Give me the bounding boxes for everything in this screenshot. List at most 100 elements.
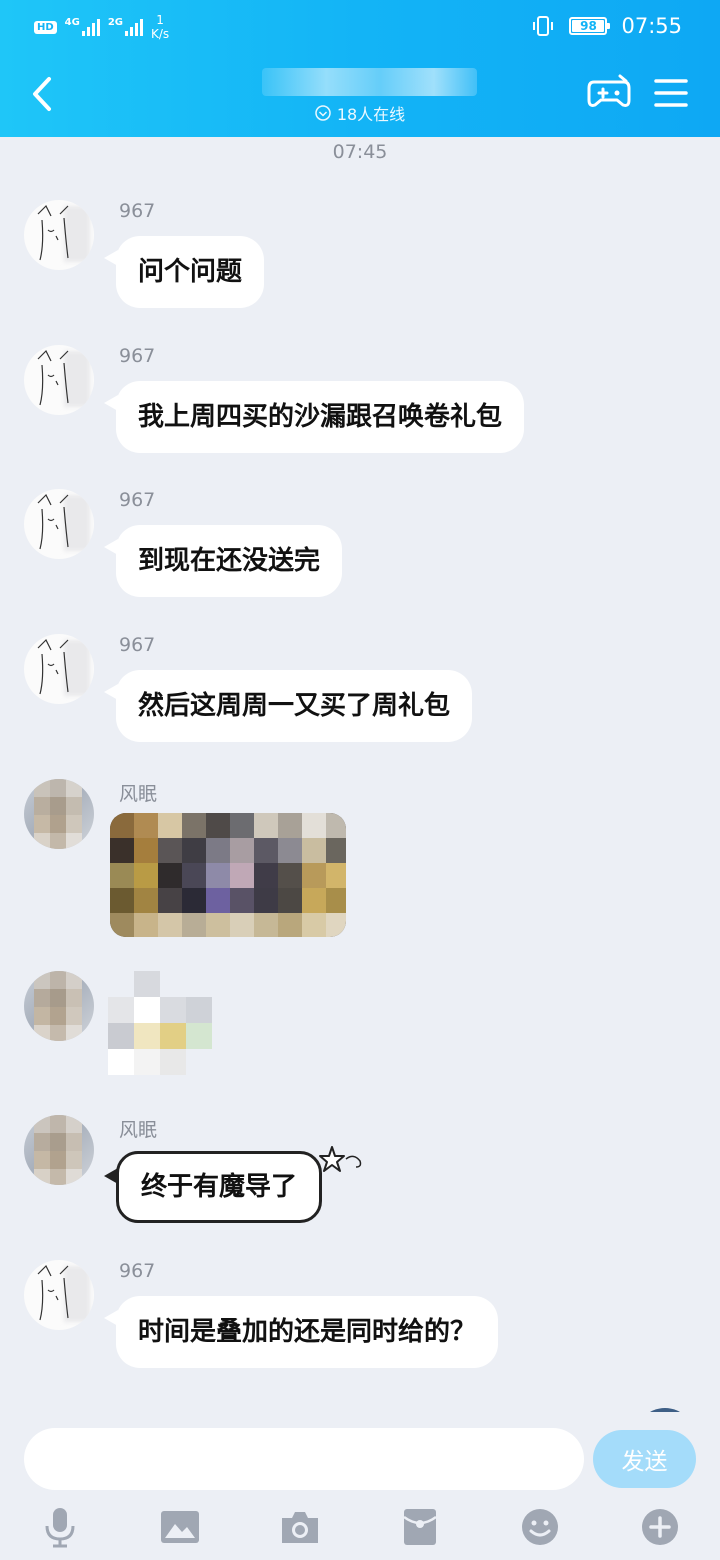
camera-button[interactable] bbox=[277, 1504, 323, 1550]
avatar[interactable] bbox=[24, 1260, 94, 1330]
mosaic-cell bbox=[110, 813, 134, 838]
hd-badge: HD bbox=[34, 20, 57, 34]
signal-indicator-1: 4G bbox=[65, 18, 100, 36]
sender-name: 967 bbox=[119, 345, 156, 367]
image-mosaic bbox=[110, 813, 346, 937]
clock: 07:55 bbox=[621, 14, 682, 38]
image-button[interactable] bbox=[157, 1504, 203, 1550]
emoji-icon bbox=[522, 1509, 558, 1545]
mosaic-cell bbox=[206, 863, 230, 888]
mosaic-cell bbox=[108, 1023, 134, 1049]
partial-next-message bbox=[500, 1402, 700, 1412]
sticker-message[interactable] bbox=[108, 971, 228, 1081]
styled-message-bubble[interactable]: 终于有魔导了 bbox=[103, 1151, 323, 1223]
mosaic-cell bbox=[230, 813, 254, 838]
avatar[interactable] bbox=[24, 634, 94, 704]
network-type-2: 2G bbox=[107, 17, 124, 28]
mosaic-cell bbox=[110, 863, 134, 888]
signal-bars-icon bbox=[81, 18, 100, 36]
message-bubble[interactable]: 时间是叠加的还是同时给的？ bbox=[103, 1296, 499, 1368]
sketch-avatar-icon bbox=[37, 349, 69, 406]
avatar[interactable] bbox=[24, 345, 94, 415]
mosaic-cell bbox=[158, 863, 182, 888]
mosaic-cell bbox=[326, 838, 346, 863]
mosaic-cell bbox=[134, 863, 158, 888]
status-bar-left: HD 4G 2G 1 K/s bbox=[34, 10, 169, 44]
avatar[interactable] bbox=[24, 200, 94, 270]
mosaic-cell bbox=[230, 863, 254, 888]
mosaic-cell bbox=[254, 838, 278, 863]
mosaic-cell bbox=[182, 813, 206, 838]
chat-message bbox=[24, 971, 684, 1091]
mosaic-cell bbox=[254, 863, 278, 888]
chevron-circle-down-icon bbox=[315, 105, 331, 121]
avatar[interactable] bbox=[24, 779, 94, 849]
sender-name: 967 bbox=[119, 200, 156, 222]
mosaic-cell bbox=[326, 913, 346, 937]
chat-message: 967 到现在还没送完 bbox=[24, 489, 684, 619]
more-button[interactable] bbox=[637, 1504, 683, 1550]
network-speed: 1 K/s bbox=[151, 13, 169, 41]
mosaic-cell bbox=[134, 813, 158, 838]
message-bubble[interactable]: 到现在还没送完 bbox=[103, 525, 343, 597]
message-bubble[interactable]: 然后这周周一又买了周礼包 bbox=[103, 670, 473, 742]
avatar-mosaic bbox=[34, 779, 82, 849]
mosaic-cell bbox=[206, 838, 230, 863]
mosaic-cell bbox=[230, 888, 254, 913]
mosaic-cell bbox=[254, 813, 278, 838]
mosaic-cell bbox=[302, 913, 326, 937]
signal-indicator-2: 2G bbox=[107, 17, 144, 36]
mosaic-cell bbox=[230, 913, 254, 937]
message-bubble[interactable]: 我上周四买的沙漏跟召唤卷礼包 bbox=[103, 381, 525, 453]
speed-value: 1 bbox=[156, 13, 164, 27]
partial-blur-shape bbox=[650, 1408, 680, 1412]
microphone-icon bbox=[45, 1508, 75, 1548]
mosaic-cell bbox=[278, 913, 302, 937]
mosaic-cell bbox=[186, 971, 212, 997]
avatar-mosaic bbox=[34, 971, 82, 1041]
sender-name: 967 bbox=[119, 489, 156, 511]
mosaic-cell bbox=[108, 1049, 134, 1075]
red-packet-button[interactable] bbox=[397, 1504, 443, 1550]
mosaic-cell bbox=[278, 813, 302, 838]
mosaic-cell bbox=[134, 913, 158, 937]
emoji-button[interactable] bbox=[517, 1504, 563, 1550]
mosaic-cell bbox=[302, 838, 326, 863]
sketch-avatar-icon bbox=[37, 493, 69, 550]
mosaic-cell bbox=[182, 913, 206, 937]
mosaic-cell bbox=[110, 913, 134, 937]
menu-button[interactable] bbox=[652, 74, 690, 112]
message-bubble[interactable]: 问个问题 bbox=[103, 236, 265, 308]
avatar[interactable] bbox=[24, 1115, 94, 1185]
mosaic-cell bbox=[108, 971, 134, 997]
network-type-1: 4G bbox=[64, 17, 80, 28]
mosaic-cell bbox=[110, 888, 134, 913]
speed-unit: K/s bbox=[151, 27, 170, 41]
avatar[interactable] bbox=[24, 489, 94, 559]
plus-icon bbox=[642, 1509, 678, 1545]
mosaic-cell bbox=[108, 997, 134, 1023]
voice-button[interactable] bbox=[37, 1504, 83, 1550]
game-button[interactable] bbox=[586, 72, 632, 112]
mosaic-cell bbox=[206, 888, 230, 913]
signal-bars-icon bbox=[125, 18, 144, 36]
chat-message: 风眠 终于有魔导了 bbox=[24, 1115, 684, 1245]
mosaic-cell bbox=[160, 1023, 186, 1049]
camera-icon bbox=[282, 1512, 318, 1543]
mosaic-cell bbox=[160, 997, 186, 1023]
mosaic-cell bbox=[278, 863, 302, 888]
input-toolbar bbox=[0, 1504, 720, 1554]
message-input[interactable] bbox=[24, 1428, 584, 1490]
mosaic-cell bbox=[182, 863, 206, 888]
chat-message: 967 时间是叠加的还是同时给的？ bbox=[24, 1260, 684, 1390]
mosaic-cell bbox=[158, 888, 182, 913]
chat-area[interactable]: 07:45 967 问个问题 967 我上周四买的沙漏跟召唤卷礼包 967 到现… bbox=[0, 137, 720, 1412]
avatar[interactable] bbox=[24, 971, 94, 1041]
image-message[interactable] bbox=[110, 813, 346, 937]
mosaic-cell bbox=[326, 863, 346, 888]
mosaic-cell bbox=[134, 1049, 160, 1075]
mosaic-cell bbox=[160, 1049, 186, 1075]
mosaic-cell bbox=[254, 913, 278, 937]
mosaic-cell bbox=[206, 913, 230, 937]
send-button[interactable]: 发送 bbox=[593, 1430, 696, 1488]
